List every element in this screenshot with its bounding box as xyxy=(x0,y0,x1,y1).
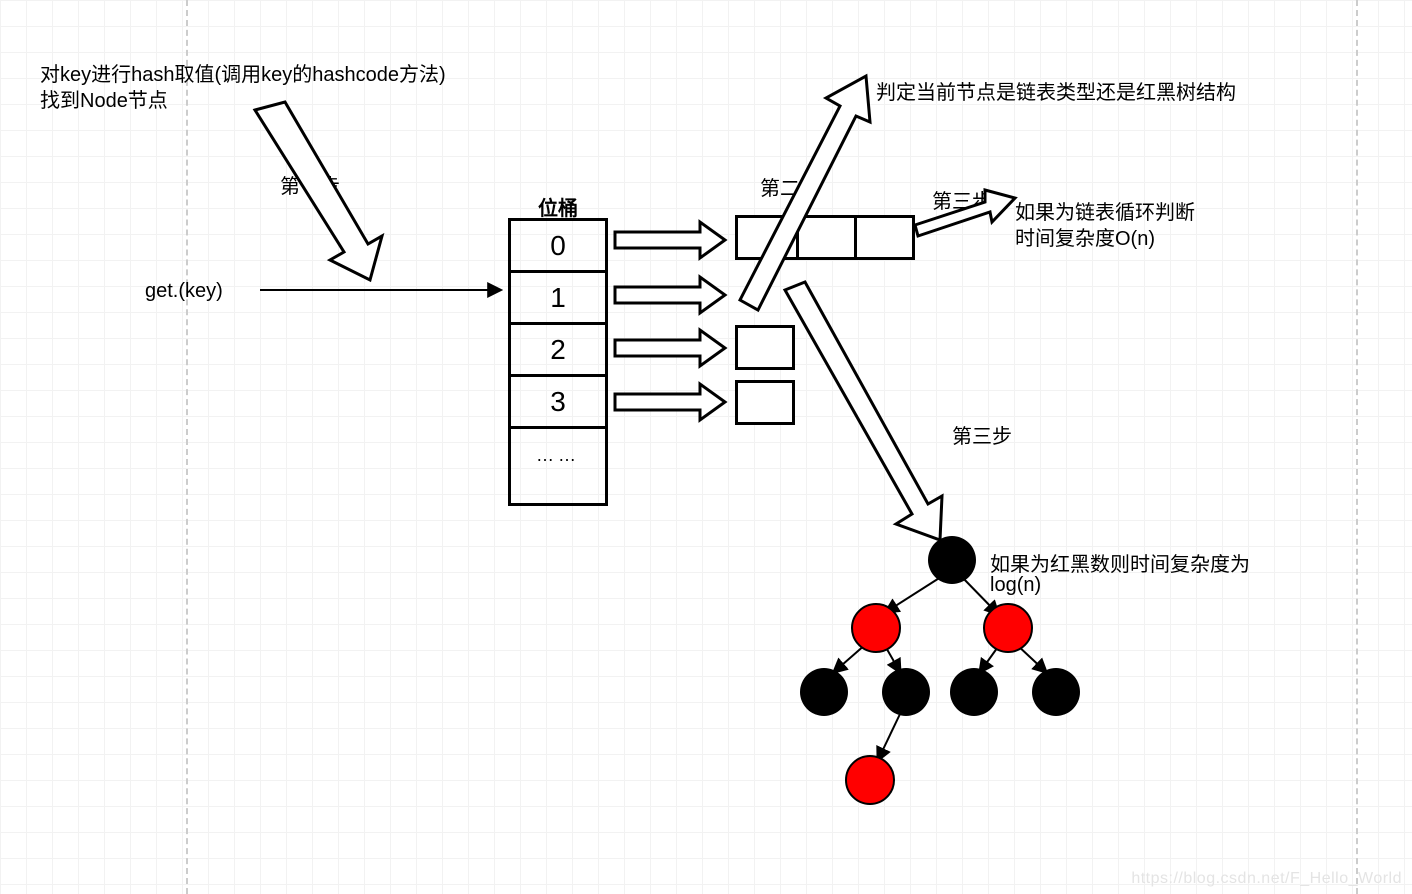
step2-label: 第二步 xyxy=(760,172,820,201)
bucket-row-1: 1 xyxy=(511,273,605,325)
bucket-table: 0 1 2 3 …… xyxy=(508,218,608,506)
linkedlist-note-l2: 时间复杂度O(n) xyxy=(1015,222,1155,251)
watermark-text: https://blog.csdn.net/F_Hello_World xyxy=(1131,870,1402,888)
judge-note: 判定当前节点是链表类型还是红黑树结构 xyxy=(876,76,1236,105)
page-divider-left xyxy=(186,0,188,894)
bucket-row-2: 2 xyxy=(511,325,605,377)
bucket-row-more: …… xyxy=(511,429,605,481)
single-cell-row2 xyxy=(735,325,795,370)
background-grid xyxy=(0,0,1412,894)
step3b-label: 第三步 xyxy=(952,420,1012,449)
bucket-header: 位桶 xyxy=(538,192,578,221)
bucket-row-0: 0 xyxy=(511,221,605,273)
step3a-label: 第三步 xyxy=(932,185,992,214)
linkedlist-note-l1: 如果为链表循环判断 xyxy=(1015,196,1195,225)
page-divider-right xyxy=(1356,0,1358,894)
hash-explanation-line1: 对key进行hash取值(调用key的hashcode方法) xyxy=(40,58,446,87)
rbtree-note-l1: 如果为红黑数则时间复杂度为 xyxy=(990,548,1250,577)
get-key-label: get.(key) xyxy=(145,280,223,303)
single-cell-row3 xyxy=(735,380,795,425)
rbtree-note-l2: log(n) xyxy=(990,574,1041,597)
linked-list-cells xyxy=(735,215,915,260)
bucket-row-3: 3 xyxy=(511,377,605,429)
hash-explanation-line2: 找到Node节点 xyxy=(40,84,168,113)
step1-label: 第一步 xyxy=(280,170,340,199)
